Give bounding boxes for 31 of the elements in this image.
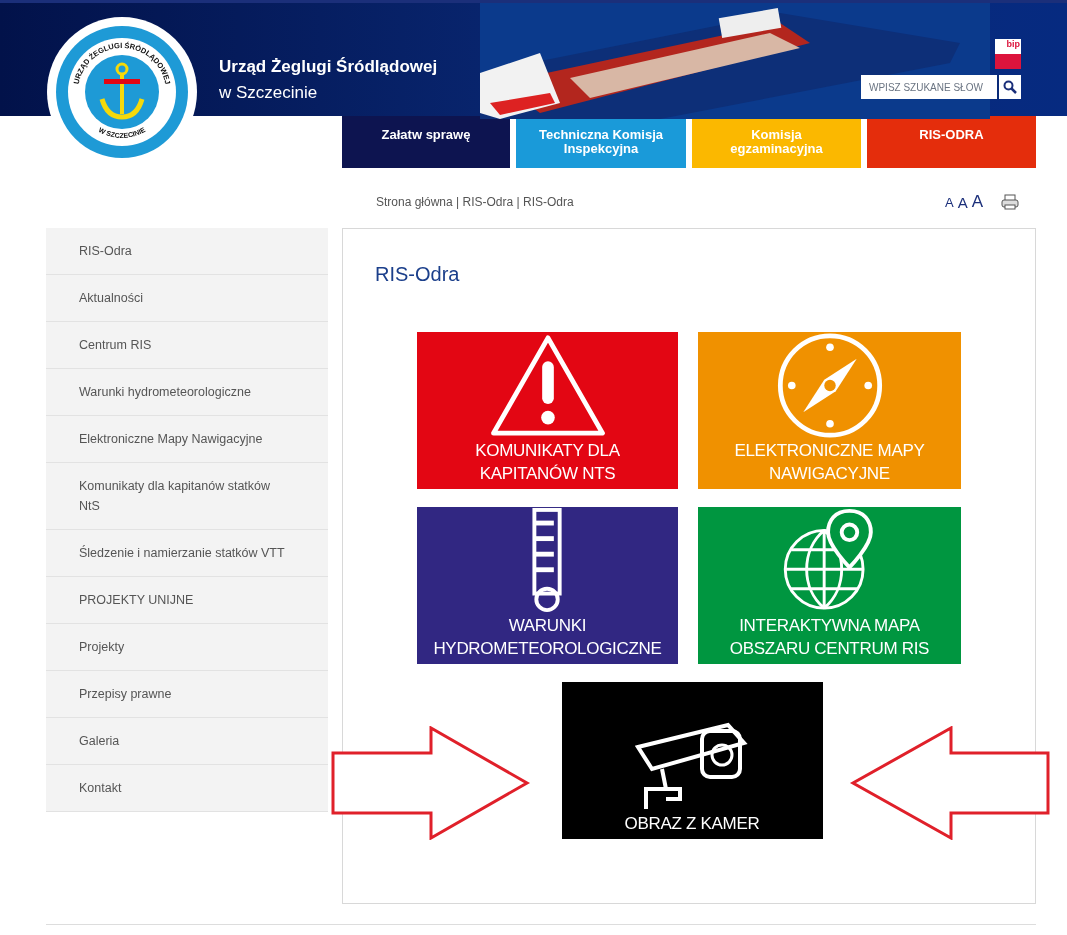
sidebar-link[interactable]: Projekty bbox=[46, 624, 328, 671]
breadcrumb: Strona główna | RIS-Odra | RIS-Odra bbox=[376, 195, 574, 209]
sidebar-link[interactable]: Kontakt bbox=[46, 765, 328, 812]
nav-tab[interactable]: RIS-ODRA bbox=[867, 116, 1036, 168]
category-tile[interactable]: OBRAZ Z KAMER bbox=[561, 682, 823, 839]
category-tile[interactable]: KOMUNIKATY DLA KAPITANÓW NTS bbox=[417, 332, 678, 489]
sidebar-link[interactable]: Warunki hydrometeorologiczne bbox=[46, 369, 328, 416]
sidebar-link[interactable]: PROJEKTY UNIJNE bbox=[46, 577, 328, 624]
search-button[interactable] bbox=[997, 75, 1021, 99]
category-tile[interactable]: INTERAKTYWNA MAPA OBSZARU CENTRUM RIS bbox=[698, 507, 961, 664]
bip-logo[interactable]: bip bbox=[995, 39, 1021, 69]
sidebar-link[interactable]: Komunikaty dla kapitanów statków NtS bbox=[46, 463, 328, 530]
print-icon[interactable] bbox=[1001, 194, 1019, 210]
sidebar-link[interactable]: Galeria bbox=[46, 718, 328, 765]
site-subtitle: w Szczecinie bbox=[219, 83, 319, 103]
site-title: Urząd Żeglugi Śródlądowej bbox=[219, 57, 438, 77]
sidebar-link[interactable]: Przepisy prawne bbox=[46, 671, 328, 718]
sidebar-link[interactable]: Elektroniczne Mapy Nawigacyjne bbox=[46, 416, 328, 463]
font-size-link[interactable]: A bbox=[944, 194, 954, 210]
nav-tab[interactable]: Załatw sprawę bbox=[342, 116, 510, 168]
search-icon bbox=[1003, 80, 1017, 94]
sidebar-link[interactable]: RIS-Odra bbox=[46, 228, 328, 275]
search-field[interactable]: WPISZ SZUKANE SŁOW bbox=[861, 75, 997, 99]
sidebar-link[interactable]: Śledzenie i namierzanie statków VTT bbox=[46, 530, 328, 577]
sidebar-link[interactable]: Centrum RIS bbox=[46, 322, 328, 369]
thermometer-icon bbox=[530, 507, 565, 614]
sidebar-link[interactable]: Aktualności bbox=[46, 275, 328, 322]
font-size-link[interactable]: A bbox=[971, 192, 983, 212]
category-tile[interactable]: WARUNKI HYDROMETEOROLOGICZNE bbox=[417, 507, 678, 664]
font-size-link[interactable]: A bbox=[957, 193, 968, 211]
page-heading: RIS-Odra bbox=[375, 263, 461, 286]
